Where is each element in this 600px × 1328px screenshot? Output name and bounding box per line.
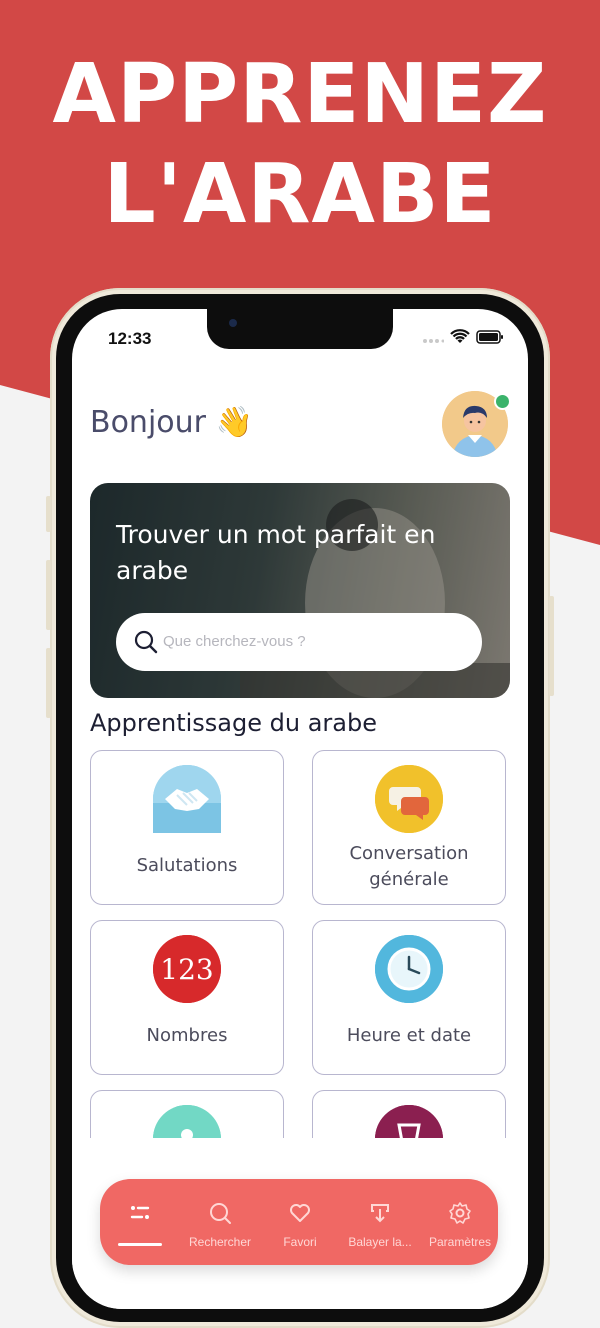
category-label: Nombres xyxy=(146,1025,228,1046)
nav-item-home[interactable] xyxy=(100,1179,180,1265)
promo-headline-line2: L'ARABE xyxy=(103,147,497,242)
phone-volume-down-button xyxy=(46,648,51,718)
phone-side-button xyxy=(46,496,51,532)
bottom-navigation: Rechercher Favori Balayer la... Paramètr… xyxy=(100,1179,498,1265)
phone-volume-up-button xyxy=(46,560,51,630)
phone-power-button xyxy=(549,596,554,696)
camera-icon xyxy=(229,319,237,327)
nav-label: Favori xyxy=(283,1235,317,1249)
svg-text:123: 123 xyxy=(160,953,213,986)
heart-icon xyxy=(288,1201,312,1225)
wifi-icon xyxy=(450,329,470,350)
nav-label: Balayer la... xyxy=(348,1235,412,1249)
clock-icon xyxy=(375,935,443,1003)
hero-title: Trouver un mot parfait en arabe xyxy=(116,520,436,585)
category-card-nombres[interactable]: 123 Nombres xyxy=(90,920,284,1075)
handshake-icon xyxy=(153,765,221,833)
category-label: Heure et date xyxy=(346,1025,472,1046)
hero-banner: Trouver un mot parfait en arabe Que cher… xyxy=(90,483,510,698)
active-tab-indicator xyxy=(118,1243,162,1246)
search-bar[interactable]: Que cherchez-vous ? xyxy=(116,613,482,671)
section-title: Apprentissage du arabe xyxy=(90,709,377,737)
status-time: 12:33 xyxy=(108,329,152,348)
nav-item-parametres[interactable]: Paramètres xyxy=(420,1179,500,1265)
category-card-conversation[interactable]: Conversation générale xyxy=(312,750,506,905)
nav-item-balayer[interactable]: Balayer la... xyxy=(340,1179,420,1265)
status-indicators xyxy=(422,329,504,350)
phone-notch xyxy=(207,309,393,349)
nav-label: Rechercher xyxy=(188,1235,252,1249)
battery-icon xyxy=(476,330,504,349)
online-status-dot xyxy=(494,393,511,410)
download-swipe-icon xyxy=(368,1201,392,1225)
nav-item-rechercher[interactable]: Rechercher xyxy=(180,1179,260,1265)
category-label: Salutations xyxy=(136,855,238,876)
search-placeholder: Que cherchez-vous ? xyxy=(163,633,306,650)
search-icon xyxy=(134,630,158,659)
nav-label: Paramètres xyxy=(428,1235,492,1249)
gear-icon xyxy=(448,1201,472,1225)
category-card-salutations[interactable]: Salutations xyxy=(90,750,284,905)
search-icon xyxy=(208,1201,232,1225)
home-list-icon xyxy=(128,1201,152,1225)
nav-item-favori[interactable]: Favori xyxy=(260,1179,340,1265)
promo-headline-line1: APPRENEZ xyxy=(52,47,548,142)
numbers-123-icon: 123 xyxy=(153,935,221,1003)
category-card-heure-date[interactable]: Heure et date xyxy=(312,920,506,1075)
greeting-text: Bonjour 👋 xyxy=(90,405,253,440)
chat-bubbles-icon xyxy=(375,765,443,833)
signal-dots-icon xyxy=(422,331,445,349)
category-label: Conversation générale xyxy=(349,843,469,890)
app-screen: 12:33 Bonjour 👋 Trouver un mot parfait e… xyxy=(72,309,528,1309)
